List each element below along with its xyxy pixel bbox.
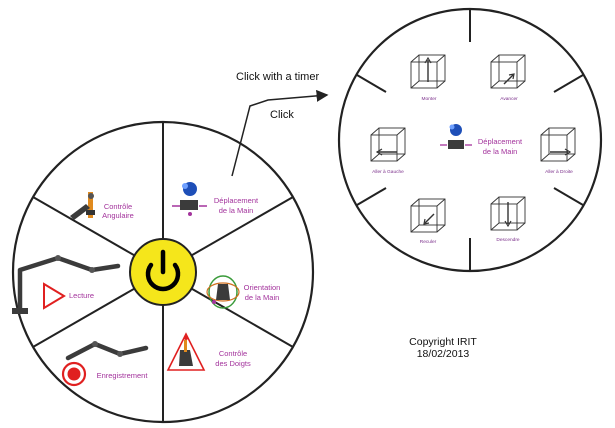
sub-segment-label: Reculer (420, 239, 437, 245)
sub-segment-label: Descendre (496, 237, 520, 243)
sub-segment-label: Aller à Gauche (372, 169, 404, 175)
segment-label-line: des Doigts (215, 359, 251, 368)
sub-segment-label: Monter (422, 96, 437, 102)
segment-label-line: Contrôle (219, 349, 247, 358)
main-wheel: Contrôle Angulaire Déplacement de la Mai… (11, 120, 315, 424)
segment-label-line: Lecture (69, 291, 94, 300)
annotation-click-with-timer: Click with a timer (236, 71, 319, 83)
segment-label-line: Enregistrement (97, 371, 149, 380)
sub-wheel: Déplacement de la Main Monter Avancer Al… (337, 7, 603, 273)
sub-wheel-rim (337, 7, 603, 273)
copyright-date: 18/02/2013 (416, 348, 470, 360)
segment-label-line: Orientation (244, 283, 281, 292)
diagram-canvas: Contrôle Angulaire Déplacement de la Mai… (11, 7, 603, 424)
segment-label-line: Contrôle (104, 202, 132, 211)
sub-segment-label: Avancer (500, 96, 518, 102)
sub-wheel-center-label: de la Main (483, 147, 518, 156)
segment-label-line: Déplacement (214, 196, 259, 205)
copyright-notice: Copyright IRIT 18/02/2013 (398, 336, 488, 360)
power-button[interactable] (129, 238, 197, 306)
record-icon (61, 361, 87, 387)
segment-label-line: de la Main (245, 293, 280, 302)
segment-label-line: de la Main (219, 206, 254, 215)
sub-wheel-center-label: Déplacement (478, 137, 523, 146)
copyright-line: Copyright IRIT (409, 336, 477, 348)
annotation-click: Click (270, 109, 294, 121)
sub-segment-label: Aller à Droite (545, 169, 573, 175)
segment-label-line: Angulaire (102, 211, 134, 220)
